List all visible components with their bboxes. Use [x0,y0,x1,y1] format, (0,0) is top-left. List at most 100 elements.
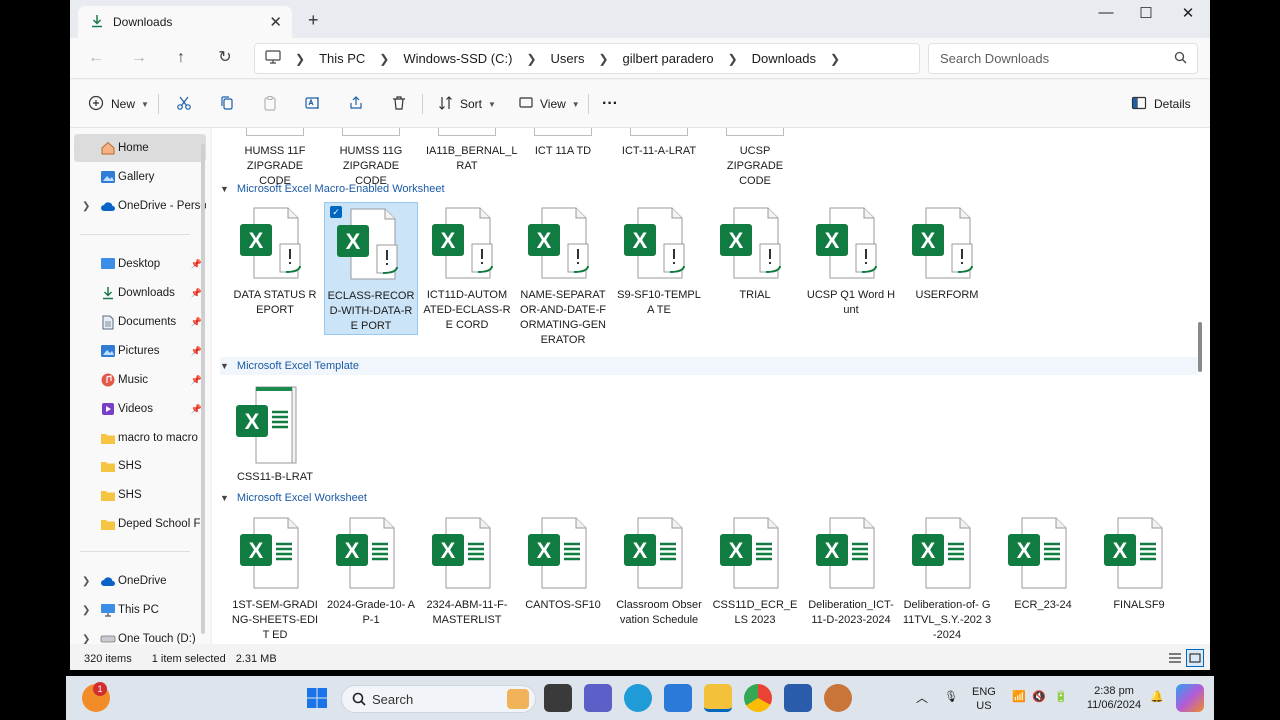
wifi-icon[interactable]: 📶 [1012,690,1026,704]
up-arrow-icon[interactable]: ↑ [169,46,193,70]
battery-icon[interactable]: 🔋 [1054,690,1068,704]
sort-button[interactable]: Sort ▼ [438,92,496,116]
sidebar-item-one-touch[interactable]: ❯ One Touch (D:) [74,625,206,644]
sidebar-item-home[interactable]: Home [74,134,206,162]
file-item[interactable]: X CANTOS-SF10 [516,512,610,613]
group-header-worksheet[interactable]: ▼ Microsoft Excel Worksheet [220,489,367,507]
language-indicator[interactable]: ENG US [972,685,996,713]
content-scrollbar[interactable] [1198,322,1202,372]
sidebar-item-documents[interactable]: Documents 📌 [74,308,206,336]
group-header-template[interactable]: ▼ Microsoft Excel Template [220,357,1198,375]
file-item[interactable]: X 1ST-SEM-GRADI NG-SHEETS-EDIT ED [228,512,322,643]
refresh-icon[interactable]: ↻ [213,46,237,70]
sidebar-item-onedrive[interactable]: ❯ OneDrive [74,567,206,595]
file-item[interactable]: X TRIAL [708,202,802,303]
sidebar-item-desktop[interactable]: Desktop 📌 [74,250,206,278]
chrome-icon[interactable] [744,684,772,712]
teams-icon[interactable] [584,684,612,712]
sidebar-item-deped[interactable]: Deped School F [74,510,206,538]
back-arrow-icon[interactable]: ← [84,46,108,70]
game-icon[interactable] [824,684,852,712]
start-icon[interactable] [303,684,331,712]
file-item[interactable]: X Classroom Observation Schedule [612,512,706,628]
copilot-icon[interactable] [1176,684,1204,712]
store-icon[interactable] [664,684,692,712]
sidebar-item-pictures[interactable]: Pictures 📌 [74,337,206,365]
microphone-icon[interactable]: 🎙 [944,690,958,704]
sidebar-item-downloads[interactable]: Downloads 📌 [74,279,206,307]
file-item[interactable]: X UCSP Q1 Word Hunt [804,202,898,318]
file-item[interactable]: X Deliberation_ICT- 11-D-2023-2024 [804,512,898,628]
clipboard-icon [262,95,278,114]
chevron-right-icon[interactable]: ❯ [82,201,90,212]
taskbar-search[interactable]: Search [341,685,536,713]
view-button[interactable]: View ▼ [518,92,580,116]
chevron-right-icon[interactable]: ❯ [82,605,90,616]
chevron-up-icon[interactable]: ︿ [916,691,928,705]
file-item[interactable]: X 2324-ABM-11-F- MASTERLIST [420,512,514,628]
sidebar-item-music[interactable]: Music 📌 [74,366,206,394]
more-options-button[interactable]: ··· [602,92,618,116]
large-icons-view-icon[interactable] [1186,649,1204,667]
sidebar-scrollbar[interactable] [201,144,205,634]
list-view-icon[interactable] [1168,651,1182,668]
file-item[interactable]: X DATA STATUS REPORT [228,202,322,318]
sidebar-item-this-pc[interactable]: ❯ This PC [74,596,206,624]
file-item[interactable]: X NAME-SEPARAT OR-AND-DATE-F ORMATING-GEN… [516,202,610,348]
clock[interactable]: 2:38 pm 11/06/2024 [1082,684,1146,712]
details-button[interactable]: Details [1131,92,1191,116]
edge-icon[interactable] [624,684,652,712]
word-icon[interactable] [784,684,812,712]
crumb-user[interactable]: gilbert paradero [623,51,714,66]
crumb-this-pc[interactable]: This PC [319,51,365,66]
close-button[interactable]: ✕ [1168,4,1208,26]
file-item[interactable]: ICT 11A TD [516,128,610,159]
file-item[interactable]: X S9-SF10-TEMPLA TE [612,202,706,318]
chevron-right-icon[interactable]: ❯ [82,634,90,645]
sidebar-item-macro[interactable]: macro to macro [74,424,206,452]
file-item[interactable]: X ✓ ECLASS-RECORD-WITH-DATA-RE PORT [324,202,418,335]
file-item[interactable]: ICT-11-A-LRAT [612,128,706,159]
file-item[interactable]: X 2024-Grade-10- AP-1 [324,512,418,628]
checkbox-checked-icon[interactable]: ✓ [330,206,342,218]
file-item[interactable]: UCSP ZIPGRADE CODE [708,128,802,189]
paste-button[interactable] [262,92,278,116]
file-item[interactable]: IA11B_BERNAL_L RAT [420,128,518,174]
tab-downloads[interactable]: Downloads ✕ [78,6,292,38]
share-button[interactable] [348,92,364,116]
group-header-macro[interactable]: ▼ Microsoft Excel Macro-Enabled Workshee… [220,180,445,198]
file-item[interactable]: X CSS11-B-LRAT [228,384,322,485]
new-button[interactable]: New ▼ [88,92,149,116]
file-item[interactable]: X Deliberation-of- G11TVL_S.Y.-202 3-2024 [900,512,994,643]
chevron-right-icon[interactable]: ❯ [82,576,90,587]
sidebar-item-shs[interactable]: SHS [74,452,206,480]
sidebar-item-gallery[interactable]: Gallery [74,163,206,191]
sidebar-item-shs[interactable]: SHS [74,481,206,509]
file-item[interactable]: X ECR_23-24 [996,512,1090,613]
maximize-button[interactable]: ☐ [1126,4,1166,26]
forward-arrow-icon[interactable]: → [127,46,151,70]
breadcrumb[interactable]: ❯ This PC ❯ Windows-SSD (C:) ❯ Users ❯ g… [254,43,920,74]
rename-button[interactable] [305,92,321,116]
delete-button[interactable] [391,92,407,116]
file-name: 2024-Grade-10- AP-1 [326,599,416,626]
speaker-muted-icon[interactable]: 🔇 [1032,690,1046,704]
file-item[interactable]: X CSS11D_ECR_ELS 2023 [708,512,802,628]
file-item[interactable]: X ICT11D-AUTOM ATED-ECLASS-RE CORD [420,202,514,333]
crumb-users[interactable]: Users [551,51,585,66]
file-explorer-icon[interactable] [704,684,732,712]
notification-bell-icon[interactable]: 🔔 [1150,690,1164,704]
search-input[interactable]: Search Downloads [928,43,1198,74]
crumb-downloads[interactable]: Downloads [752,51,816,66]
file-item[interactable]: X USERFORM [900,202,994,303]
tab-close-icon[interactable]: ✕ [269,13,282,31]
new-tab-button[interactable]: + [308,10,319,31]
task-view-icon[interactable] [544,684,572,712]
minimize-button[interactable]: — [1086,4,1126,26]
copy-button[interactable] [219,92,235,116]
cut-button[interactable] [176,92,192,116]
crumb-drive[interactable]: Windows-SSD (C:) [403,51,512,66]
file-item[interactable]: X FINALSF9 [1092,512,1186,613]
sidebar-item-onedrive-personal[interactable]: ❯ OneDrive - Perso [74,192,206,220]
sidebar-item-videos[interactable]: Videos 📌 [74,395,206,423]
